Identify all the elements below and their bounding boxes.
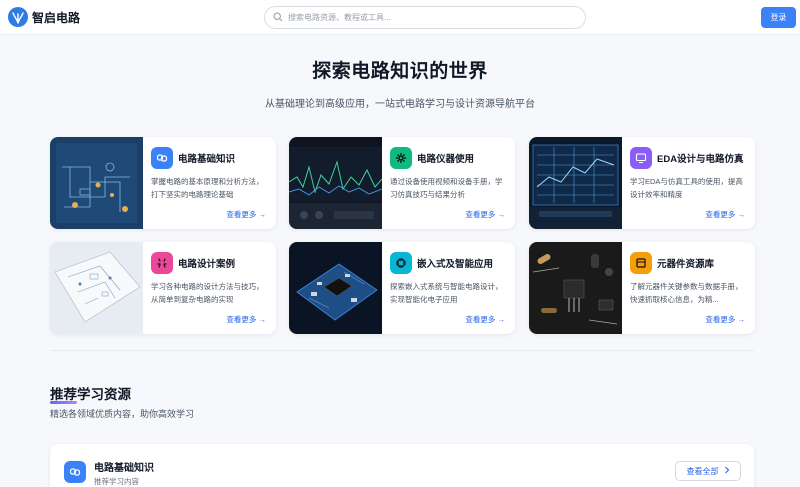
login-button[interactable]: 登录	[761, 7, 796, 28]
card-image	[50, 137, 143, 229]
gear-icon	[390, 147, 412, 169]
search-box[interactable]	[264, 6, 586, 29]
card-image	[289, 137, 383, 229]
card-image	[50, 242, 143, 334]
category-card-design-cases[interactable]: 电路设计案例 学习各种电路的设计方法与技巧，从简单到复杂电路的实现 查看更多 →	[50, 242, 276, 334]
logo[interactable]: 智启电路	[8, 7, 80, 27]
sparkle-icon	[151, 252, 173, 274]
hero-title: 探索电路知识的世界	[312, 61, 488, 82]
card-title: 嵌入式及智能应用	[417, 259, 494, 270]
section-divider	[50, 350, 754, 351]
card-image	[529, 137, 622, 229]
monitor-icon	[630, 147, 652, 169]
card-title: 电路基础知识	[178, 154, 236, 165]
card-description: 了解元器件关键参数与数据手册，快速抓取核心信息，为精...	[630, 282, 743, 304]
box-icon	[630, 252, 652, 274]
view-all-button[interactable]: 查看全部	[675, 461, 741, 481]
chip-icon	[390, 252, 412, 274]
category-card-components[interactable]: 元器件资源库 了解元器件关键参数与数据手册，快速抓取核心信息，为精... 查看更…	[529, 242, 755, 334]
card-title: 电路设计案例	[178, 259, 236, 270]
card-description: 掌握电路的基本原理和分析方法，打下坚实的电路理论基础	[151, 177, 264, 199]
card-description: 探索嵌入式系统与智能电路设计，实现智能化电子应用	[390, 282, 503, 304]
resource-subtitle: 推荐学习内容	[94, 477, 139, 486]
view-more-link[interactable]: 查看更多 →	[705, 209, 745, 220]
card-description: 学习EDA与仿真工具的使用，提高设计效率和精度	[630, 177, 743, 199]
hero-subtitle: 从基础理论到高级应用，一站式电路学习与设计资源导航平台	[265, 99, 535, 110]
chevron-right-icon	[724, 466, 730, 476]
category-card-embedded[interactable]: 嵌入式及智能应用 探索嵌入式系统与智能电路设计，实现智能化电子应用 查看更多 →	[289, 242, 515, 334]
view-more-link[interactable]: 查看更多 →	[465, 209, 505, 220]
view-more-link[interactable]: 查看更多 →	[226, 209, 266, 220]
card-image	[529, 242, 622, 334]
top-header: 智启电路 登录	[0, 0, 800, 35]
card-image	[289, 242, 382, 334]
card-title: 元器件资源库	[657, 259, 715, 270]
link-icon	[64, 461, 86, 483]
card-description: 学习各种电路的设计方法与技巧，从简单到复杂电路的实现	[151, 282, 264, 304]
category-card-instruments[interactable]: 电路仪器使用 通过设备使用视频和设备手册，学习仿真技巧与结果分析 查看更多 →	[289, 137, 515, 229]
card-description: 通过设备使用视频和设备手册，学习仿真技巧与结果分析	[390, 177, 503, 199]
resource-card: 电路基础知识 推荐学习内容 查看全部	[50, 444, 754, 487]
section-title: 推荐学习资源	[50, 387, 131, 402]
search-input[interactable]	[288, 13, 568, 22]
view-more-link[interactable]: 查看更多 →	[465, 314, 505, 325]
view-more-link[interactable]: 查看更多 →	[226, 314, 266, 325]
view-all-label: 查看全部	[686, 466, 719, 476]
card-title: EDA设计与电路仿真	[657, 154, 744, 165]
section-title-underline	[50, 401, 77, 404]
logo-text: 智启电路	[32, 10, 81, 25]
search-icon	[273, 9, 283, 27]
view-more-link[interactable]: 查看更多 →	[705, 314, 745, 325]
section-subtitle: 精选各领域优质内容，助你高效学习	[50, 409, 195, 419]
logo-icon	[8, 7, 28, 27]
category-card-eda[interactable]: EDA设计与电路仿真 学习EDA与仿真工具的使用，提高设计效率和精度 查看更多 …	[529, 137, 755, 229]
link-icon	[151, 147, 173, 169]
category-card-basics[interactable]: 电路基础知识 掌握电路的基本原理和分析方法，打下坚实的电路理论基础 查看更多 →	[50, 137, 276, 229]
card-title: 电路仪器使用	[417, 154, 475, 165]
resource-title: 电路基础知识	[94, 463, 154, 474]
